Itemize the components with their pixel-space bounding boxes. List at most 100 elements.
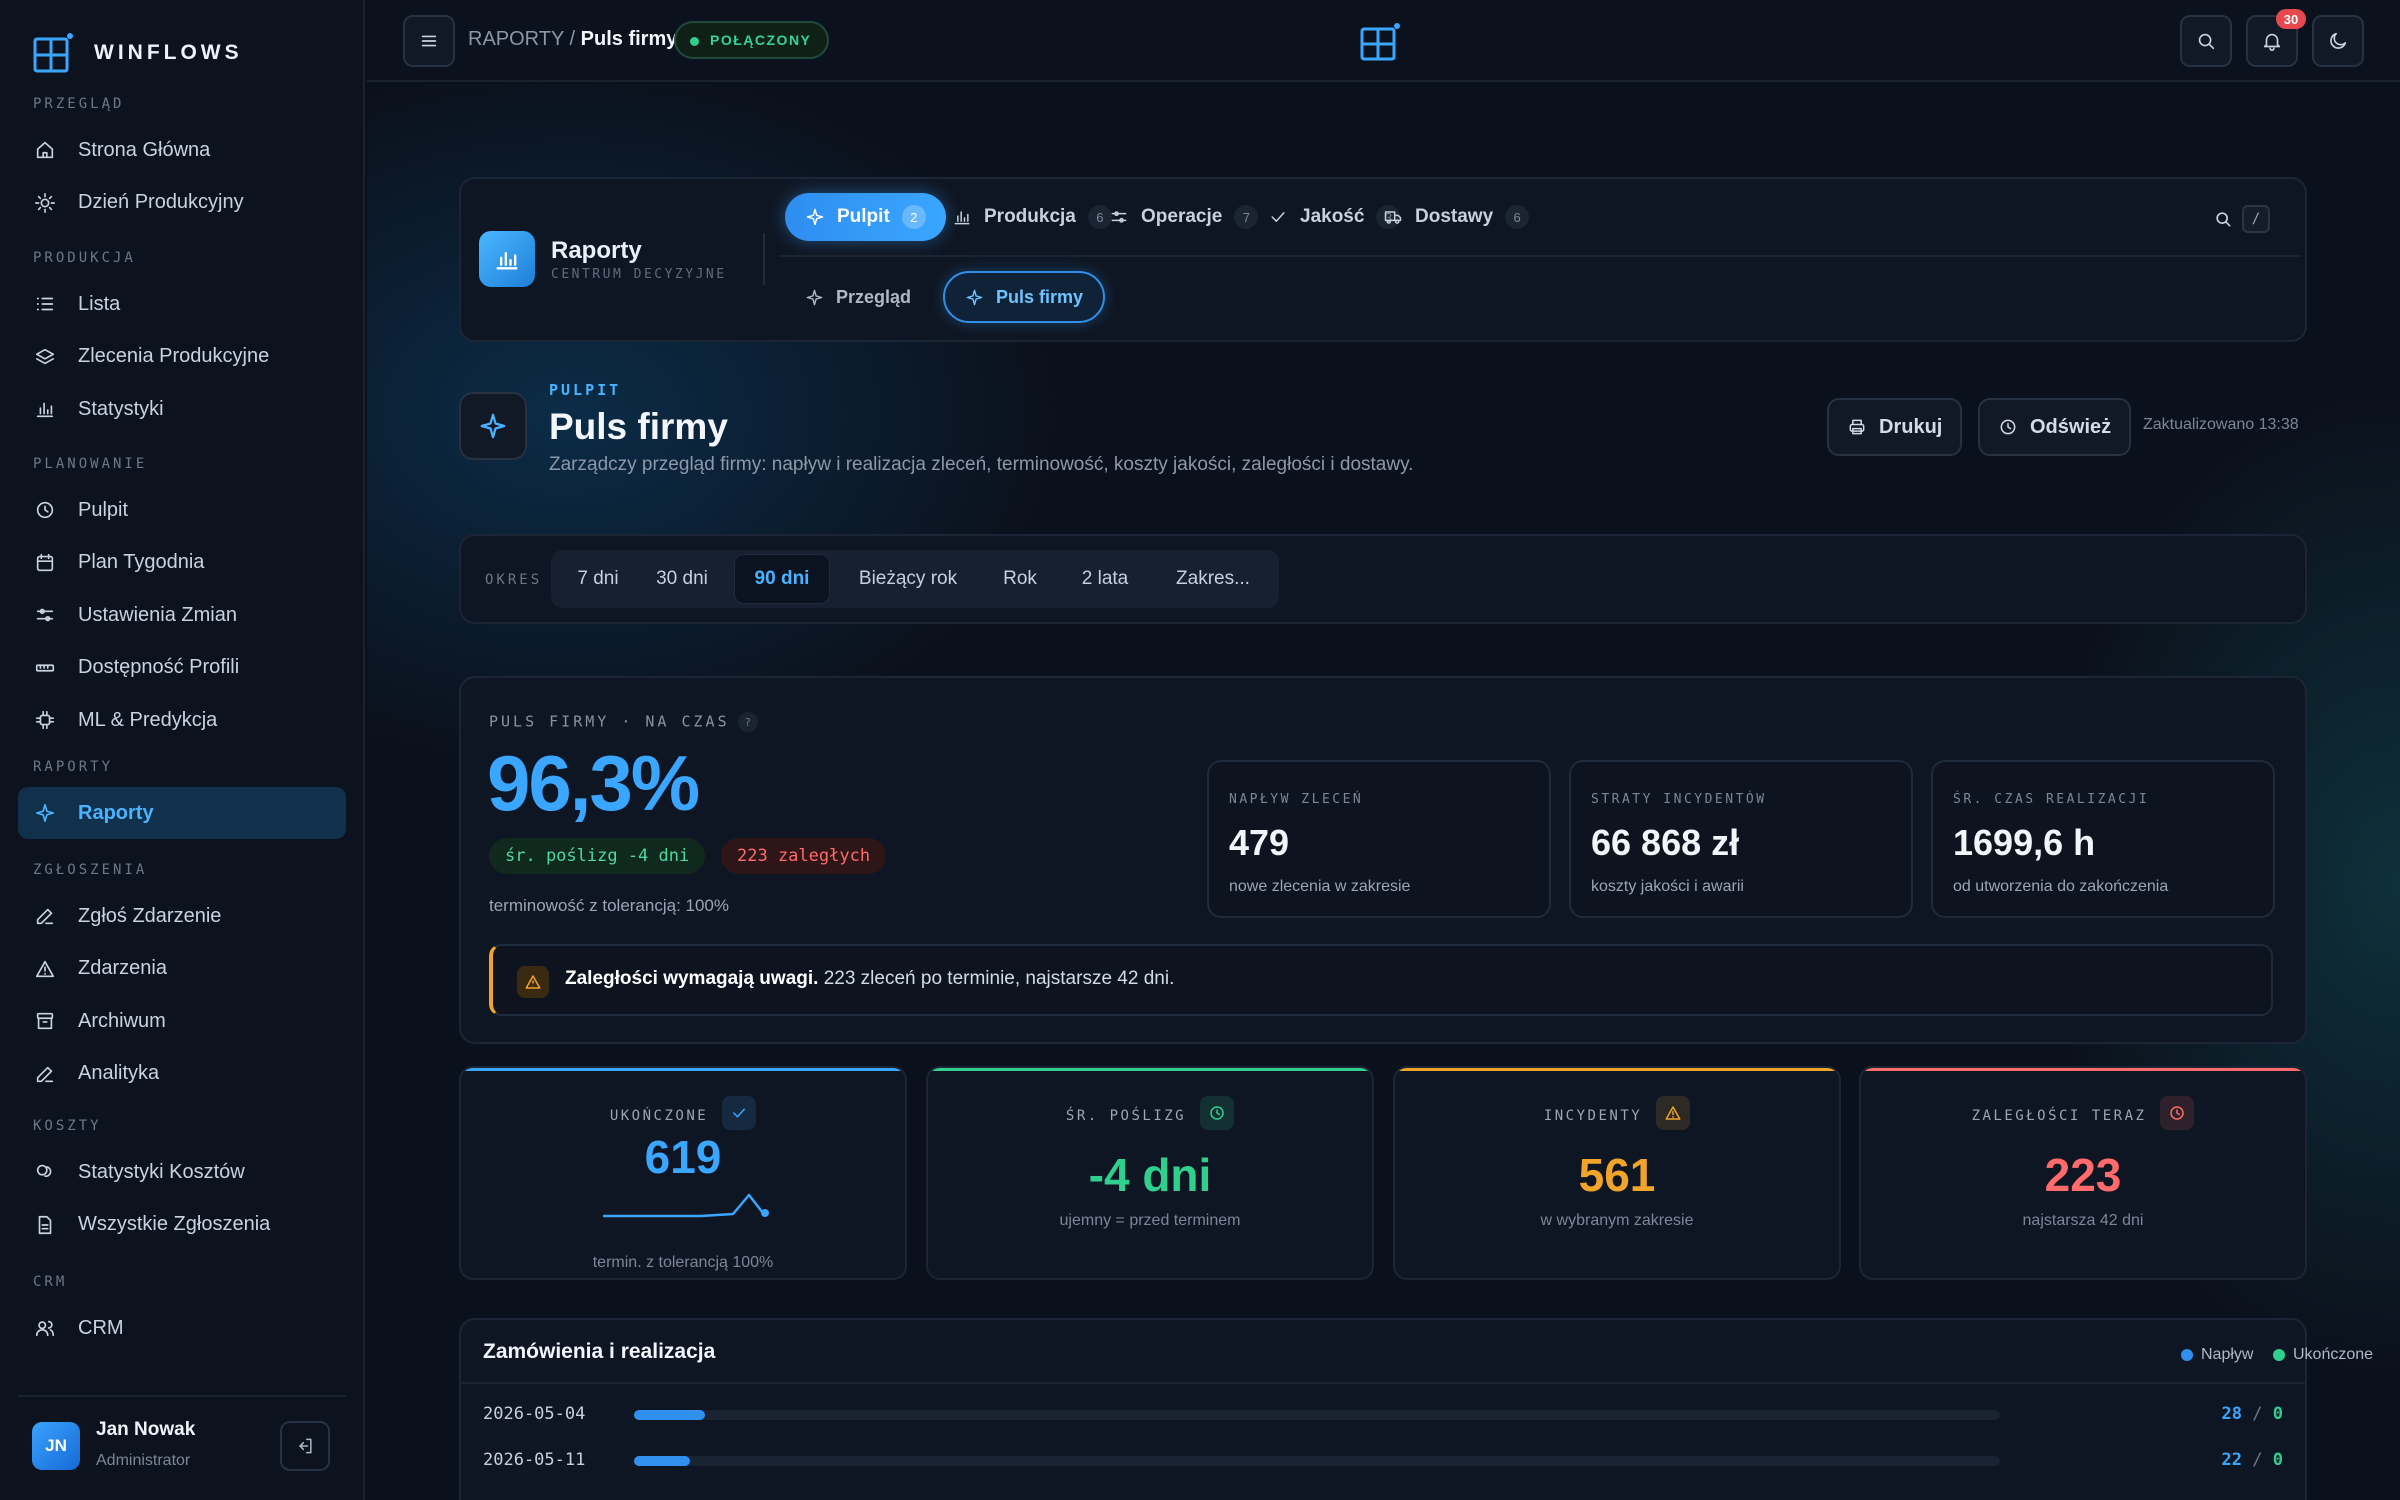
sidebar-item-raporty[interactable]: Raporty (18, 787, 346, 839)
sidebar-item-wszystkie-zgloszenia[interactable]: Wszystkie Zgłoszenia (18, 1199, 346, 1251)
check-icon (722, 1096, 757, 1130)
period-label: OKRES (485, 572, 543, 588)
sidebar-section-title: PRZEGLĄD (33, 96, 125, 112)
sidebar-item-dostepnosc-profili[interactable]: Dostępność Profili (18, 642, 346, 694)
sidebar-item-label: Archiwum (78, 1009, 166, 1032)
kpi-sub: ujemny = przed terminem (1059, 1212, 1241, 1229)
sidebar-item-statystyki[interactable]: Statystyki (18, 383, 346, 435)
tab-dostawy[interactable]: Dostawy 6 (1363, 193, 1549, 241)
sidebar-item-label: Raporty (78, 801, 154, 824)
breadcrumb-parent[interactable]: RAPORTY (468, 28, 564, 50)
row-date: 2026-05-04 (483, 1404, 586, 1424)
table-row[interactable]: 2026-05-11 22 / 0 (461, 1438, 2305, 1484)
sidebar-item-statystyki-kosztow[interactable]: Statystyki Kosztów (18, 1146, 346, 1198)
kpi-accent-bar (461, 1068, 905, 1071)
period-card: OKRES 7 dni 30 dni 90 dni Bieżący rok Rok 2 l… (459, 534, 2307, 624)
period-option-rok[interactable]: Rok (987, 555, 1053, 603)
subtab-label: Przegląd (836, 286, 912, 307)
sidebar-item-crm[interactable]: CRM (18, 1302, 346, 1354)
sparkle-icon (35, 803, 55, 823)
page-title: Puls firmy (549, 406, 728, 447)
theme-toggle-button[interactable] (2312, 15, 2364, 67)
windows-grid-icon[interactable] (1359, 22, 1401, 62)
divider (779, 255, 2301, 257)
sidebar-item-ml-predykcja[interactable]: ML & Predykcja (18, 694, 346, 746)
row-bar-track (634, 1410, 2000, 1420)
brand-logo[interactable]: WINFLOWS (32, 32, 243, 74)
sidebar-item-zdarzenia[interactable]: Zdarzenia (18, 943, 346, 995)
table-row[interactable]: 2026-05-04 28 / 0 (461, 1392, 2305, 1438)
clock-icon (2160, 1096, 2195, 1130)
kpi-card-ukonczone[interactable]: UKOŃCZONE 619 termin. z tolerancją 100% (459, 1066, 907, 1280)
kpi-card-sr-poslizg[interactable]: ŚR. POŚLIZG -4 dni ujemny = przed terminem (926, 1066, 1374, 1280)
check-icon (1271, 212, 1285, 222)
sidebar-item-analityka[interactable]: Analityka (18, 1048, 346, 1100)
period-option-2-lata[interactable]: 2 lata (1065, 555, 1145, 603)
sidebar-item-strona-glowna[interactable]: Strona Główna (18, 124, 346, 176)
sidebar-item-label: Zlecenia Produkcyjne (78, 345, 270, 367)
cpu-icon (35, 710, 55, 730)
print-button[interactable]: Drukuj (1827, 398, 1963, 456)
sidebar-item-label: Dzień Produkcyjny (78, 191, 244, 213)
sidebar-item-zlecenia-produkcyjne[interactable]: Zlecenia Produkcyjne (18, 331, 346, 383)
breadcrumb: RAPORTY / Puls firmy (468, 28, 677, 51)
subtab-przeglad[interactable]: Przegląd (785, 271, 931, 323)
sidebar-item-dzien-produkcyjny[interactable]: Dzień Produkcyjny (18, 177, 346, 229)
kpi-accent-bar (928, 1068, 1372, 1071)
tab-label: Jakość (1300, 206, 1365, 227)
menu-toggle-button[interactable] (403, 15, 455, 67)
period-option-90-dni[interactable]: 90 dni (735, 555, 829, 603)
logout-button[interactable] (280, 1421, 330, 1471)
search-button[interactable] (2180, 15, 2232, 67)
period-option-30-dni[interactable]: 30 dni (643, 555, 721, 603)
sidebar-item-archiwum[interactable]: Archiwum (18, 995, 346, 1047)
search-icon[interactable] (2213, 209, 2233, 229)
tab-count-badge: 2 (901, 205, 926, 229)
refresh-button[interactable]: Odśwież (1978, 398, 2132, 456)
main-content: Raporty CENTRUM DECYZYJNE Pulpit 2 Produkc… (367, 84, 2400, 1500)
sidebar-item-label: Strona Główna (78, 138, 211, 161)
tab-label: Pulpit (837, 206, 890, 227)
sidebar-item-pulpit[interactable]: Pulpit (18, 484, 346, 536)
tab-pulpit[interactable]: Pulpit 2 (785, 193, 946, 241)
stat-card: ŚR. CZAS REALIZACJI 1699,6 h od utworzenia… (1931, 760, 2275, 918)
legend-item: Napływ (2181, 1346, 2253, 1364)
bar-chart-icon (496, 252, 518, 270)
layers-icon (35, 348, 55, 364)
kpi-accent-bar (1395, 1068, 1839, 1071)
sidebar-item-lista[interactable]: Lista (18, 278, 346, 330)
period-selector: 7 dni 30 dni 90 dni Bieżący rok Rok 2 lata Zak… (551, 550, 1279, 608)
orders-title: Zamówienia i realizacja (483, 1340, 716, 1363)
sliders-icon (1111, 211, 1127, 223)
logout-icon (299, 1438, 312, 1454)
row-bar-fill (634, 1456, 690, 1466)
hamburger-icon (421, 35, 437, 47)
help-icon[interactable]: ? (737, 712, 758, 732)
kpi-label: INCYDENTY (1395, 1096, 1839, 1130)
avatar[interactable]: JN (32, 1422, 80, 1470)
kpi-card-incydenty[interactable]: INCYDENTY 561 w wybranym zakresie (1393, 1066, 1841, 1280)
notifications-button[interactable]: 30 (2246, 9, 2306, 67)
pencil-icon (36, 1066, 54, 1082)
stat-card: STRATY INCYDENTÓW 66 868 zł koszty jakości… (1569, 760, 1913, 918)
sparkle-icon (806, 208, 824, 226)
brand-name: WINFLOWS (94, 41, 243, 64)
period-option-7-dni[interactable]: 7 dni (559, 555, 637, 603)
sidebar-item-plan-tygodnia[interactable]: Plan Tygodnia (18, 537, 346, 589)
pulse-value: 96,3% (487, 739, 700, 827)
kpi-card-zaleglosci-teraz[interactable]: ZALEGŁOŚCI TERAZ 223 najstarsza 42 dni (1859, 1066, 2307, 1280)
pulse-card: PULS FIRMY · NA CZAS? 96,3% śr. poślizg … (459, 676, 2307, 1044)
kpi-value: 619 (644, 1131, 722, 1183)
subtab-puls-firmy[interactable]: Puls firmy (943, 271, 1106, 323)
sidebar-item-ustawienia-zmian[interactable]: Ustawienia Zmian (18, 589, 346, 641)
sidebar-item-zglos-zdarzenie[interactable]: Zgłoś Zdarzenie (18, 890, 346, 942)
sparkline (603, 1193, 769, 1218)
sidebar-item-label: CRM (78, 1316, 124, 1339)
stat-label: STRATY INCYDENTÓW (1591, 792, 1767, 807)
row-date: 2026-05-11 (483, 1450, 586, 1470)
sidebar-item-label: Statystyki Kosztów (78, 1160, 245, 1183)
period-option-biezacy-rok[interactable]: Bieżący rok (841, 555, 975, 603)
stat-value: 1699,6 h (1953, 822, 2096, 863)
period-option-zakres[interactable]: Zakres... (1157, 555, 1269, 603)
page-overline: PULPIT (549, 381, 622, 399)
